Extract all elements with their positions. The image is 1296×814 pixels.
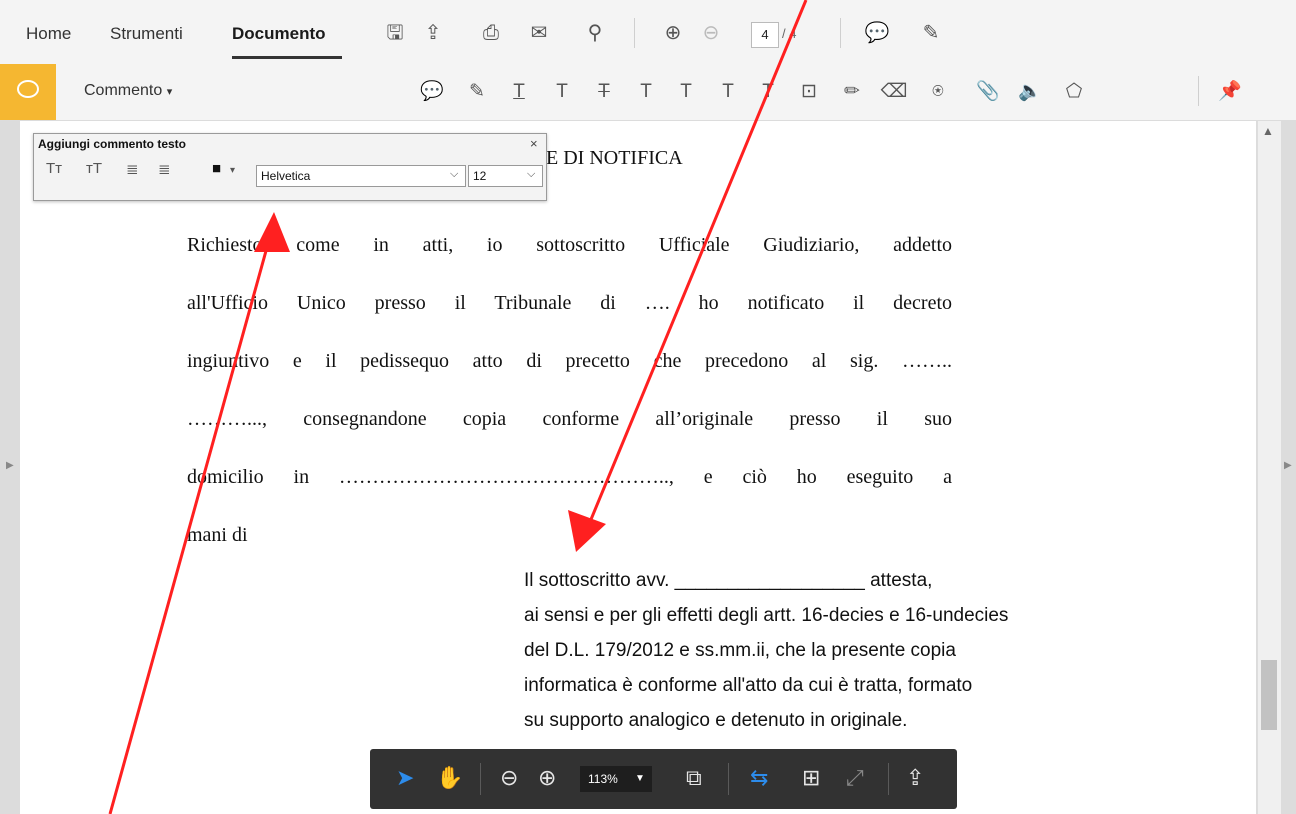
- arrowhead: [254, 212, 290, 252]
- arrowhead: [568, 510, 606, 552]
- annotation-arrows: [108, 0, 808, 814]
- arrow-to-attestation: [578, 0, 808, 548]
- arrow-to-text-panel: [108, 220, 277, 814]
